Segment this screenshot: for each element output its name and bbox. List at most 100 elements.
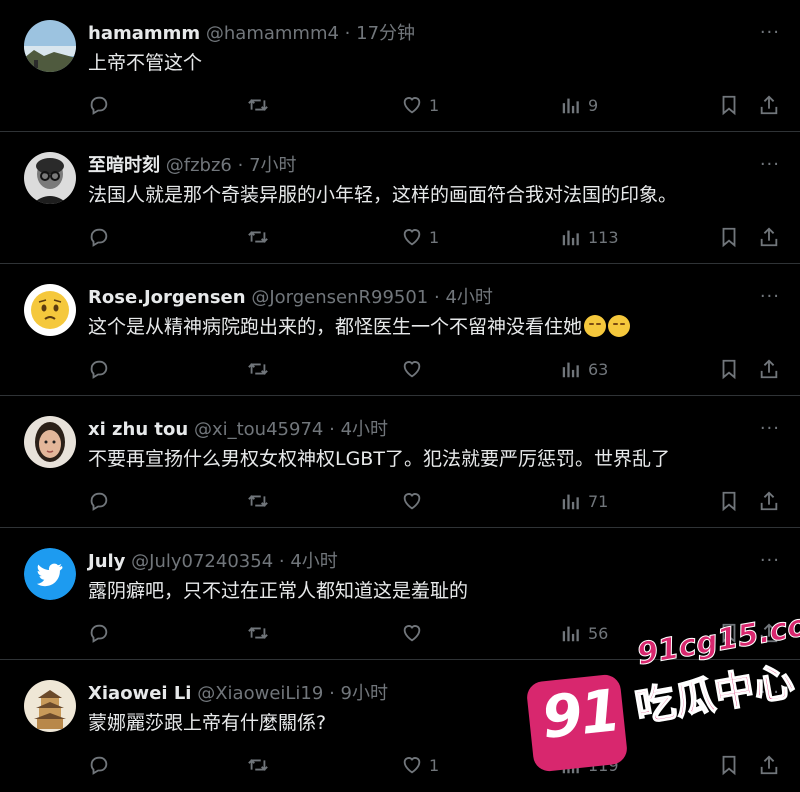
heart-icon	[403, 97, 421, 114]
retweet-button[interactable]	[246, 752, 270, 778]
more-options-icon[interactable]: ···	[760, 20, 780, 46]
share-button[interactable]	[758, 488, 780, 514]
heart-icon	[403, 757, 421, 774]
like-button[interactable]: 1	[401, 752, 439, 778]
retweet-button[interactable]	[246, 92, 270, 118]
avatar[interactable]	[24, 20, 76, 72]
timestamp[interactable]: 4小时	[290, 551, 337, 572]
reply-button[interactable]	[88, 92, 110, 118]
views-button[interactable]: 63	[560, 356, 608, 382]
display-name[interactable]: 至暗时刻	[88, 155, 160, 176]
views-icon	[562, 362, 579, 378]
timestamp[interactable]: 4小时	[341, 419, 388, 440]
reply-icon	[90, 228, 108, 247]
handle[interactable]: @July07240354	[131, 551, 273, 572]
retweet-button[interactable]	[246, 224, 270, 250]
tweet-text: 法国人就是那个奇装异服的小年轻，这样的画面符合我对法国的印象。	[88, 184, 678, 206]
share-button[interactable]	[758, 356, 780, 382]
timestamp[interactable]: 7小时	[249, 155, 296, 176]
separator: ·	[278, 551, 285, 572]
display-name[interactable]: hamammm	[88, 23, 200, 44]
share-button[interactable]	[758, 224, 780, 250]
heart-icon	[403, 625, 421, 642]
tweet-header: July @July07240354 · 4小时	[88, 549, 338, 575]
reply-button[interactable]	[88, 752, 110, 778]
display-name[interactable]: July	[88, 551, 125, 572]
handle[interactable]: @hamammm4	[206, 23, 339, 44]
watermark-logo: 91 91cg15.com 吃瓜中心	[525, 602, 800, 779]
timestamp[interactable]: 4小时	[445, 287, 492, 308]
reply-icon	[90, 96, 108, 115]
retweet-icon	[248, 495, 268, 507]
tweet[interactable]: Rose.Jorgensen @JorgensenR99501 · 4小时 ··…	[0, 264, 800, 396]
reply-button[interactable]	[88, 224, 110, 250]
more-options-icon[interactable]: ···	[760, 548, 780, 574]
avatar[interactable]	[24, 548, 76, 600]
retweet-button[interactable]	[246, 488, 270, 514]
heart-icon	[403, 493, 421, 510]
action-bar: 1 113	[88, 224, 788, 250]
like-button[interactable]	[401, 488, 429, 514]
handle[interactable]: @XiaoweiLi19	[197, 683, 323, 704]
like-button[interactable]: 1	[401, 92, 439, 118]
retweet-button[interactable]	[246, 356, 270, 382]
action-bar: 71	[88, 488, 788, 514]
handle[interactable]: @fzbz6	[166, 155, 232, 176]
reply-button[interactable]	[88, 356, 110, 382]
reply-button[interactable]	[88, 488, 110, 514]
bookmark-button[interactable]	[718, 92, 740, 118]
action-bar: 63	[88, 356, 788, 382]
views-count: 9	[588, 95, 599, 115]
like-button[interactable]: 1	[401, 224, 439, 250]
views-button[interactable]: 113	[560, 224, 619, 250]
separator: ·	[329, 419, 335, 440]
display-name[interactable]: xi zhu tou	[88, 419, 188, 440]
views-button[interactable]: 71	[560, 488, 608, 514]
action-bar: 1 9	[88, 92, 788, 118]
retweet-icon	[248, 99, 268, 111]
heart-icon	[403, 229, 421, 246]
more-options-icon[interactable]: ···	[760, 284, 780, 310]
separator: ·	[434, 287, 440, 308]
views-icon	[562, 98, 579, 114]
tweet[interactable]: 至暗时刻 @fzbz6 · 7小时 ··· 法国人就是那个奇装异服的小年轻，这样…	[0, 132, 800, 264]
display-name[interactable]: Rose.Jorgensen	[88, 287, 246, 308]
tweet-header: hamammm @hamammm4 · 17分钟	[88, 21, 415, 47]
like-count: 1	[429, 755, 440, 775]
share-icon	[760, 227, 778, 247]
avatar[interactable]	[24, 416, 76, 468]
handle[interactable]: @xi_tou45974	[194, 419, 323, 440]
watermark-number: 91	[538, 676, 623, 752]
heart-icon	[403, 361, 421, 378]
reply-icon	[90, 492, 108, 511]
views-count: 113	[588, 227, 619, 247]
tweet[interactable]: hamammm @hamammm4 · 17分钟 ··· 上帝不管这个 1 9	[0, 0, 800, 132]
bookmark-button[interactable]	[718, 356, 740, 382]
views-button[interactable]: 9	[560, 92, 598, 118]
timestamp[interactable]: 17分钟	[356, 23, 415, 44]
more-options-icon[interactable]: ···	[760, 152, 780, 178]
tweet-text: 不要再宣扬什么男权女权神权LGBT了。犯法就要严厉惩罚。世界乱了	[88, 448, 670, 470]
retweet-icon	[248, 627, 268, 639]
tweet-header: Xiaowei Li @XiaoweiLi19 · 9小时	[88, 681, 388, 707]
share-button[interactable]	[758, 92, 780, 118]
reply-button[interactable]	[88, 620, 110, 646]
bookmark-button[interactable]	[718, 224, 740, 250]
like-button[interactable]	[401, 356, 429, 382]
bookmark-button[interactable]	[718, 488, 740, 514]
reply-icon	[90, 360, 108, 379]
display-name[interactable]: Xiaowei Li	[88, 683, 191, 704]
timestamp[interactable]: 9小时	[341, 683, 388, 704]
reply-icon	[90, 624, 108, 643]
avatar[interactable]	[24, 680, 76, 732]
avatar[interactable]	[24, 152, 76, 204]
retweet-button[interactable]	[246, 620, 270, 646]
views-icon	[562, 230, 579, 246]
like-button[interactable]	[401, 620, 429, 646]
more-options-icon[interactable]: ···	[760, 416, 780, 442]
avatar[interactable]	[24, 284, 76, 336]
tweet-header: xi zhu tou @xi_tou45974 · 4小时	[88, 417, 388, 443]
handle[interactable]: @JorgensenR99501	[251, 287, 428, 308]
views-count: 63	[588, 359, 609, 379]
tweet[interactable]: xi zhu tou @xi_tou45974 · 4小时 ··· 不要再宣扬什…	[0, 396, 800, 528]
